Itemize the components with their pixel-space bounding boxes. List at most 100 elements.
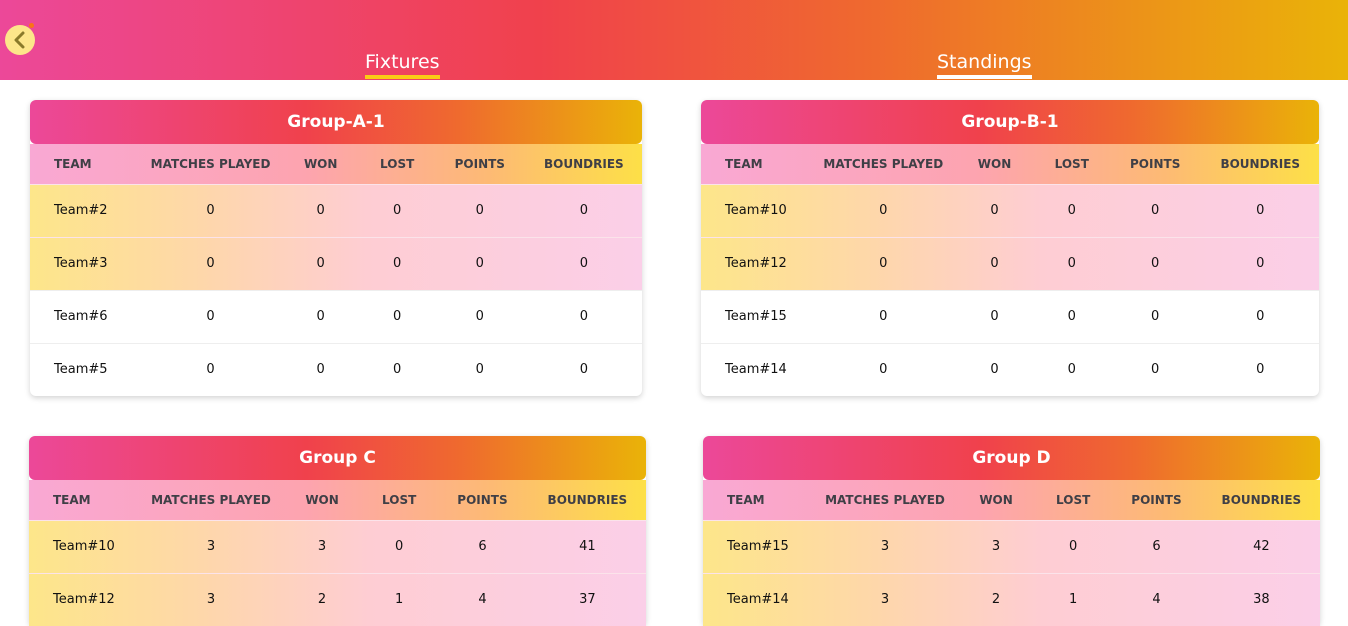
team-name-cell: Team#10 [701, 183, 813, 237]
group-card: Group C TEAM MATCHES PLAYED WON LOST POINTS BO… [29, 436, 646, 626]
played-cell: 3 [814, 519, 956, 573]
won-cell: 0 [954, 236, 1035, 290]
played-cell: 0 [812, 289, 955, 343]
column-header: TEAM [53, 492, 91, 507]
standings-table: TEAM MATCHES PLAYED WON LOST POINTS BOUNDRIES… [29, 480, 646, 626]
boundries-cell: 0 [1201, 183, 1319, 237]
chevron-left-icon [14, 31, 25, 49]
played-cell: 0 [812, 342, 955, 396]
points-cell: 4 [436, 572, 529, 626]
table-row: Team#12 3 2 1 4 37 [29, 572, 646, 626]
played-cell: 0 [812, 236, 955, 290]
played-cell: 3 [140, 572, 282, 626]
column-header: LOST [1054, 156, 1089, 171]
boundries-cell: 0 [525, 289, 642, 343]
won-cell: 0 [954, 183, 1035, 237]
group-title: Group-B-1 [701, 100, 1319, 144]
won-cell: 0 [280, 289, 361, 343]
standings-table: TEAM MATCHES PLAYED WON LOST POINTS BOUNDRIES… [703, 480, 1320, 626]
column-header: BOUNDRIES [1221, 492, 1302, 507]
boundries-cell: 38 [1202, 572, 1320, 626]
standings-table: TEAM MATCHES PLAYED WON LOST POINTS BOUNDRIES… [30, 144, 642, 396]
column-header: TEAM [54, 156, 92, 171]
group-card: Group-A-1 TEAM MATCHES PLAYED WON LOST POINTS… [30, 100, 642, 396]
won-cell: 3 [955, 519, 1037, 573]
table-row: Team#3 0 0 0 0 0 [30, 236, 642, 290]
column-header: MATCHES PLAYED [823, 156, 944, 171]
lost-cell: 0 [1034, 183, 1109, 237]
column-header: TEAM [725, 156, 763, 171]
won-cell: 0 [954, 289, 1035, 343]
column-header: WON [303, 156, 338, 171]
points-cell: 0 [1108, 236, 1202, 290]
table-header-row: TEAM MATCHES PLAYED WON LOST POINTS BOUNDRIES [703, 480, 1320, 520]
column-header: MATCHES PLAYED [151, 492, 271, 507]
team-name-cell: Team#12 [29, 572, 141, 626]
column-header: WON [979, 492, 1013, 507]
points-cell: 0 [433, 342, 526, 396]
points-cell: 0 [433, 183, 526, 237]
column-header: POINTS [1130, 156, 1181, 171]
column-header: LOST [380, 156, 415, 171]
points-cell: 0 [1108, 183, 1202, 237]
group-title: Group C [29, 436, 646, 480]
lost-cell: 0 [1034, 236, 1109, 290]
boundries-cell: 0 [525, 183, 642, 237]
table-row: Team#15 3 3 0 6 42 [703, 519, 1320, 573]
won-cell: 0 [280, 342, 361, 396]
table-header-row: TEAM MATCHES PLAYED WON LOST POINTS BOUNDRIES [30, 144, 642, 184]
team-name-cell: Team#5 [30, 342, 141, 396]
boundries-cell: 0 [525, 342, 642, 396]
boundries-cell: 37 [528, 572, 646, 626]
team-name-cell: Team#14 [703, 572, 815, 626]
group-title: Group D [703, 436, 1320, 480]
played-cell: 0 [812, 183, 955, 237]
table-row: Team#15 0 0 0 0 0 [701, 289, 1319, 343]
won-cell: 3 [281, 519, 363, 573]
column-header: LOST [382, 492, 417, 507]
lost-cell: 1 [1036, 572, 1111, 626]
team-name-cell: Team#3 [30, 236, 141, 290]
team-name-cell: Team#2 [30, 183, 141, 237]
table-row: Team#6 0 0 0 0 0 [30, 289, 642, 343]
played-cell: 0 [140, 236, 281, 290]
boundries-cell: 0 [1201, 342, 1319, 396]
table-header-row: TEAM MATCHES PLAYED WON LOST POINTS BOUNDRIES [701, 144, 1319, 184]
won-cell: 0 [954, 342, 1035, 396]
played-cell: 0 [140, 183, 281, 237]
team-name-cell: Team#10 [29, 519, 141, 573]
won-cell: 2 [281, 572, 363, 626]
column-header: TEAM [727, 492, 765, 507]
tab-fixtures[interactable]: Fixtures [365, 51, 440, 79]
lost-cell: 0 [1034, 342, 1109, 396]
played-cell: 3 [814, 572, 956, 626]
tab-standings[interactable]: Standings [937, 51, 1032, 79]
boundries-cell: 0 [1201, 289, 1319, 343]
won-cell: 2 [955, 572, 1037, 626]
column-header: POINTS [454, 156, 505, 171]
standings-table: TEAM MATCHES PLAYED WON LOST POINTS BOUNDRIES… [701, 144, 1319, 396]
points-cell: 4 [1110, 572, 1203, 626]
table-row: Team#14 3 2 1 4 38 [703, 572, 1320, 626]
boundries-cell: 0 [1201, 236, 1319, 290]
lost-cell: 0 [360, 342, 434, 396]
won-cell: 0 [280, 183, 361, 237]
points-cell: 6 [1110, 519, 1203, 573]
column-header: POINTS [457, 492, 508, 507]
won-cell: 0 [280, 236, 361, 290]
group-title: Group-A-1 [30, 100, 642, 144]
table-row: Team#10 3 3 0 6 41 [29, 519, 646, 573]
table-row: Team#5 0 0 0 0 0 [30, 342, 642, 396]
played-cell: 0 [140, 342, 281, 396]
column-header: MATCHES PLAYED [825, 492, 945, 507]
table-header-row: TEAM MATCHES PLAYED WON LOST POINTS BOUNDRIES [29, 480, 646, 520]
table-row: Team#10 0 0 0 0 0 [701, 183, 1319, 237]
back-button[interactable] [5, 23, 35, 55]
boundries-cell: 41 [528, 519, 646, 573]
column-header: BOUNDRIES [1220, 156, 1301, 171]
boundries-cell: 42 [1202, 519, 1320, 573]
lost-cell: 0 [360, 183, 434, 237]
column-header: POINTS [1131, 492, 1182, 507]
notification-dot [29, 23, 34, 28]
column-header: WON [305, 492, 339, 507]
